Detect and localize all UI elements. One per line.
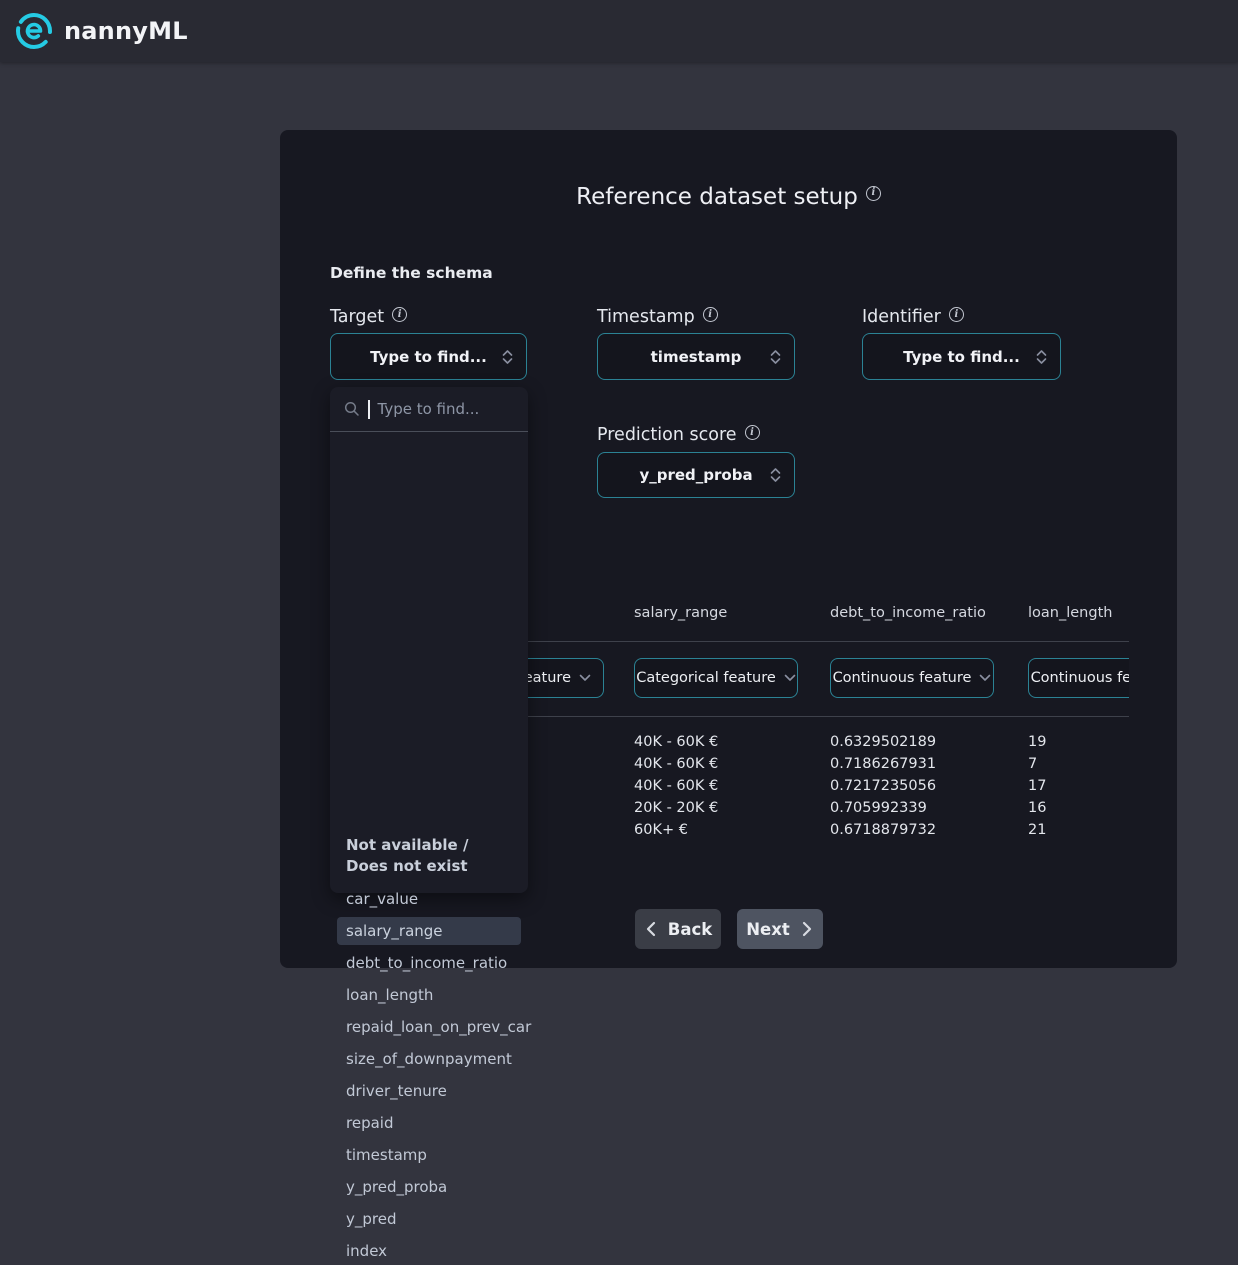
target-info-icon[interactable]: i bbox=[392, 307, 407, 322]
table-cell: 7 bbox=[1028, 753, 1037, 775]
feature-type-select[interactable]: Categorical feature bbox=[634, 658, 798, 698]
column-header: debt_to_income_ratio bbox=[830, 605, 986, 621]
next-button-label: Next bbox=[746, 920, 790, 939]
dropdown-item[interactable]: timestamp bbox=[337, 1141, 521, 1169]
chevron-left-icon bbox=[644, 921, 658, 937]
feature-type-value: Continuous feature bbox=[1031, 670, 1129, 686]
target-select[interactable]: Type to find... bbox=[330, 333, 527, 380]
dropdown-item-highlighted[interactable]: salary_range bbox=[337, 917, 521, 945]
page-title: Reference dataset setup bbox=[576, 184, 858, 210]
table-cell: 40K - 60K € bbox=[634, 753, 718, 775]
dropdown-item[interactable]: repaid_loan_on_prev_car bbox=[337, 1013, 521, 1041]
identifier-select-value: Type to find... bbox=[903, 348, 1020, 366]
dropdown-item[interactable]: y_pred_proba bbox=[337, 1173, 521, 1201]
navbar: nannyML bbox=[0, 0, 1238, 62]
text-caret bbox=[368, 400, 370, 419]
nannyml-logo-icon bbox=[14, 11, 54, 51]
brand[interactable]: nannyML bbox=[14, 11, 188, 51]
table-cell: 21 bbox=[1028, 819, 1046, 841]
dropdown-search-input[interactable]: Type to find... bbox=[330, 387, 528, 432]
table-cell: 40K - 60K € bbox=[634, 775, 718, 797]
dropdown-item[interactable]: car_value bbox=[337, 885, 521, 913]
timestamp-label-row: Timestamp i bbox=[597, 307, 718, 327]
dropdown-item[interactable]: y_pred bbox=[337, 1205, 521, 1233]
dropdown-item[interactable]: debt_to_income_ratio bbox=[337, 949, 521, 977]
timestamp-select-value: timestamp bbox=[651, 348, 742, 366]
table-cell: 40K - 60K € bbox=[634, 731, 718, 753]
chevron-right-icon bbox=[800, 921, 814, 937]
chevron-down-icon bbox=[784, 674, 796, 682]
brand-ml: ML bbox=[148, 17, 188, 45]
back-button[interactable]: Back bbox=[635, 909, 721, 949]
prediction-score-label: Prediction score bbox=[597, 425, 737, 445]
table-cell: 0.7186267931 bbox=[830, 753, 936, 775]
prediction-score-info-icon[interactable]: i bbox=[745, 425, 760, 440]
dropdown-item[interactable]: index bbox=[337, 1237, 521, 1265]
prediction-score-select-value: y_pred_proba bbox=[639, 466, 752, 484]
table-cell: 0.6329502189 bbox=[830, 731, 936, 753]
column-header: loan_length bbox=[1028, 605, 1112, 621]
timestamp-label: Timestamp bbox=[597, 307, 695, 327]
dropdown-item[interactable]: loan_length bbox=[337, 981, 521, 1009]
prediction-score-label-row: Prediction score i bbox=[597, 425, 760, 445]
chevron-updown-icon bbox=[769, 467, 782, 484]
timestamp-select[interactable]: timestamp bbox=[597, 333, 795, 380]
brand-nanny: nanny bbox=[64, 17, 148, 45]
next-button[interactable]: Next bbox=[737, 909, 823, 949]
chevron-updown-icon bbox=[501, 348, 514, 365]
feature-type-select[interactable]: Continuous feature bbox=[830, 658, 994, 698]
table-cell: 16 bbox=[1028, 797, 1046, 819]
section-heading: Define the schema bbox=[330, 264, 493, 282]
brand-text: nannyML bbox=[64, 17, 188, 45]
table-cell: 0.705992339 bbox=[830, 797, 927, 819]
identifier-label: Identifier bbox=[862, 307, 941, 327]
target-label: Target bbox=[330, 307, 384, 327]
chevron-down-icon bbox=[579, 674, 591, 682]
page: nannyML Reference dataset setup i Define … bbox=[0, 0, 1238, 1022]
search-placeholder: Type to find... bbox=[378, 400, 480, 418]
back-button-label: Back bbox=[668, 920, 712, 939]
timestamp-info-icon[interactable]: i bbox=[703, 307, 718, 322]
page-title-row: Reference dataset setup i bbox=[280, 184, 1177, 210]
feature-type-select[interactable]: Continuous feature bbox=[1028, 658, 1129, 698]
dropdown-item[interactable]: driver_tenure bbox=[337, 1077, 521, 1105]
target-dropdown-panel: Type to find... Not available / Does not… bbox=[330, 387, 528, 893]
chevron-updown-icon bbox=[769, 348, 782, 365]
feature-type-value: Categorical feature bbox=[636, 670, 776, 686]
identifier-select[interactable]: Type to find... bbox=[862, 333, 1061, 380]
identifier-info-icon[interactable]: i bbox=[949, 307, 964, 322]
chevron-updown-icon bbox=[1035, 348, 1048, 365]
table-cell: 0.7217235056 bbox=[830, 775, 936, 797]
identifier-label-row: Identifier i bbox=[862, 307, 964, 327]
chevron-down-icon bbox=[979, 674, 991, 682]
table-cell: 0.6718879732 bbox=[830, 819, 936, 841]
prediction-score-select[interactable]: y_pred_proba bbox=[597, 452, 795, 498]
table-cell: 17 bbox=[1028, 775, 1046, 797]
table-cell: 20K - 20K € bbox=[634, 797, 718, 819]
dropdown-item[interactable]: repaid bbox=[337, 1109, 521, 1137]
dropdown-item-not-available[interactable]: Not available / Does not exist bbox=[346, 835, 502, 877]
target-select-value: Type to find... bbox=[370, 348, 487, 366]
table-cell: 60K+ € bbox=[634, 819, 688, 841]
search-icon bbox=[344, 401, 360, 417]
dropdown-item[interactable]: size_of_downpayment bbox=[337, 1045, 521, 1073]
feature-type-value: Continuous feature bbox=[833, 670, 972, 686]
table-cell: 19 bbox=[1028, 731, 1046, 753]
title-info-icon[interactable]: i bbox=[866, 186, 881, 201]
column-header: salary_range bbox=[634, 605, 727, 621]
target-label-row: Target i bbox=[330, 307, 407, 327]
